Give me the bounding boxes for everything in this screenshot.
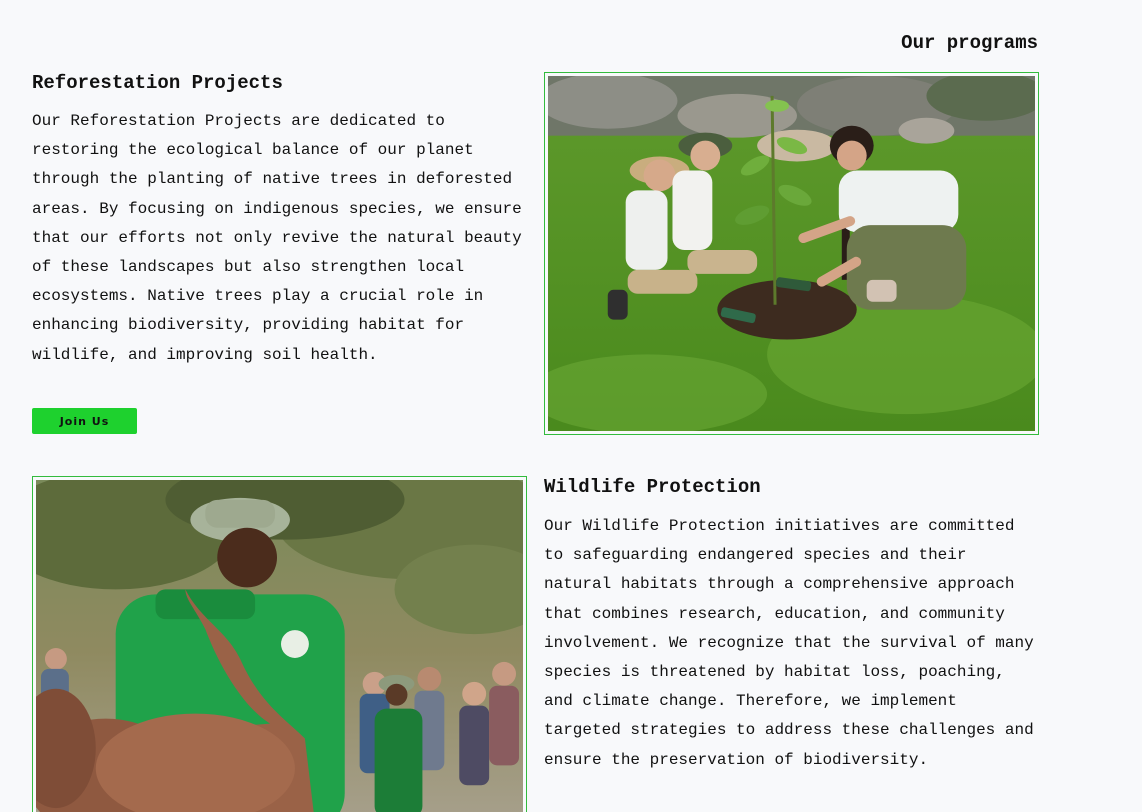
reforestation-description: Our Reforestation Projects are dedicated… xyxy=(32,112,522,364)
elephant-photo xyxy=(36,480,523,812)
reforestation-title: Reforestation Projects xyxy=(32,72,283,94)
reforestation-image xyxy=(544,72,1039,435)
programs-page: Our programs Reforestation Projects Our … xyxy=(0,0,1142,812)
planting-photo xyxy=(548,76,1035,431)
join-us-button[interactable]: Join Us xyxy=(32,408,137,434)
programs-heading: Our programs xyxy=(901,32,1038,54)
wildlife-image xyxy=(32,476,527,812)
wildlife-description: Our Wildlife Protection initiatives are … xyxy=(544,517,1034,769)
wildlife-title: Wildlife Protection xyxy=(544,476,761,498)
